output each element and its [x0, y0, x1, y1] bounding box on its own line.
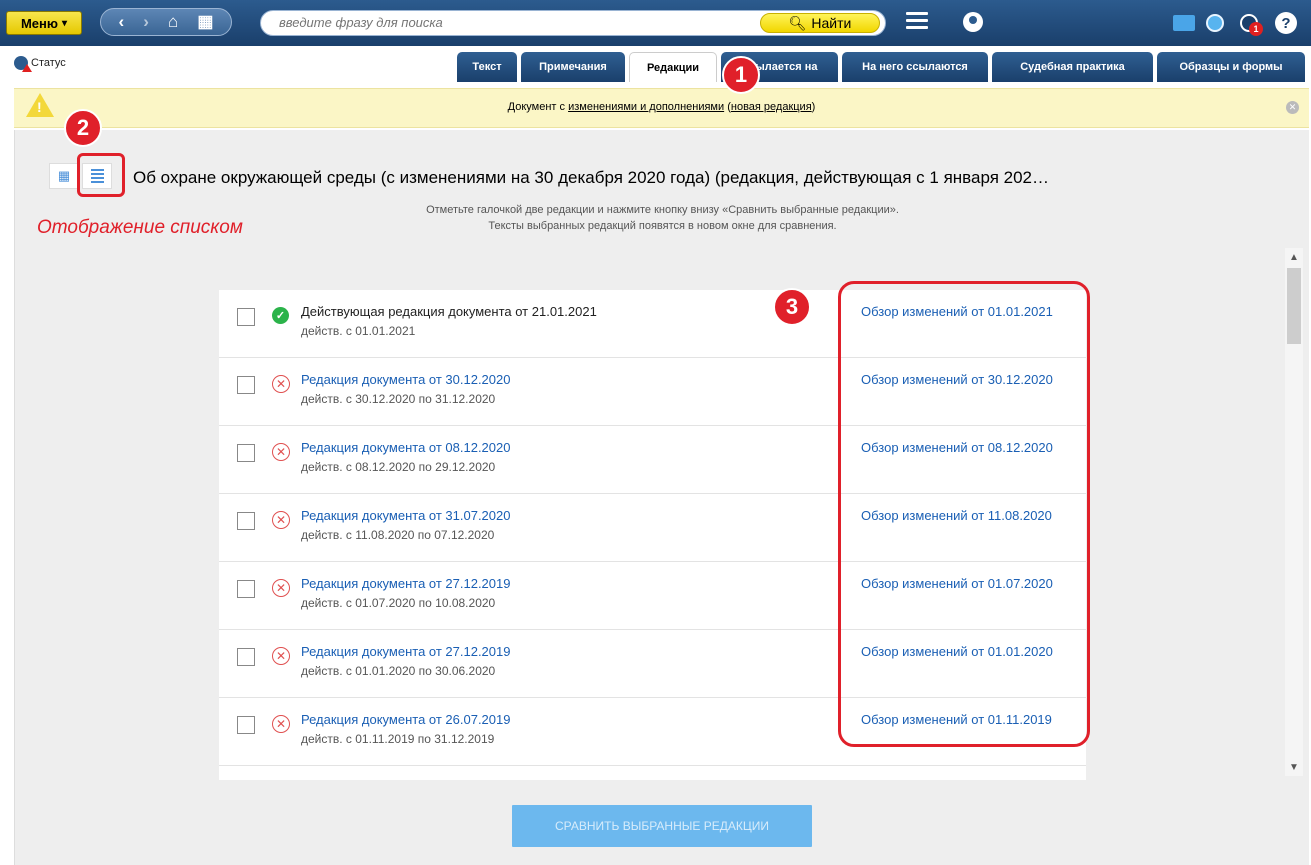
edition-checkbox[interactable]: [237, 376, 255, 394]
x-circle-icon: ✕: [272, 375, 290, 393]
scroll-thumb[interactable]: [1287, 268, 1301, 344]
top-toolbar: Меню ▾ ‹ › ⌂ ▦ 🔍︎ Найти 1 ?: [0, 0, 1311, 46]
edition-checkbox[interactable]: [237, 512, 255, 530]
edition-period: действ. с 01.01.2020 по 30.06.2020: [301, 664, 496, 678]
magnifier-icon: 🔍︎: [788, 14, 807, 31]
tab-editions[interactable]: Редакции: [629, 52, 717, 82]
x-circle-icon: ✕: [272, 579, 290, 597]
check-circle-icon: ✓: [272, 307, 289, 324]
hamburger-menu-icon[interactable]: [906, 12, 928, 32]
banner-prefix: Документ с: [507, 101, 569, 113]
history-clock-icon[interactable]: [1206, 14, 1224, 32]
tab-label: Текст: [472, 61, 502, 73]
compare-editions-button[interactable]: СРАВНИТЬ ВЫБРАННЫЕ РЕДАКЦИИ: [512, 805, 812, 847]
new-edition-link[interactable]: новая редакция: [731, 101, 812, 113]
tab-court-practice[interactable]: Судебная практика: [992, 52, 1153, 82]
banner-text: Документ с изменениями и дополнениями (н…: [14, 101, 1309, 113]
scroll-up-icon[interactable]: ▲: [1285, 248, 1303, 266]
status-icon: [14, 56, 32, 72]
edition-period: действ. с 01.11.2019 по 31.12.2019: [301, 732, 495, 746]
forward-icon[interactable]: ›: [143, 12, 149, 32]
edition-checkbox[interactable]: [237, 308, 255, 326]
tab-label: Образцы и формы: [1179, 61, 1283, 73]
callout-badge: 1: [722, 56, 760, 94]
x-circle-icon: ✕: [272, 443, 290, 461]
hint-line-1: Отметьте галочкой две редакции и нажмите…: [426, 204, 899, 216]
scroll-down-icon[interactable]: ▼: [1285, 758, 1303, 776]
caret-down-icon: ▾: [61, 17, 68, 29]
folder-icon[interactable]: [1173, 15, 1195, 31]
help-icon[interactable]: ?: [1275, 12, 1297, 34]
edition-period: действ. с 30.12.2020 по 31.12.2020: [301, 392, 496, 406]
edition-checkbox[interactable]: [237, 444, 255, 462]
x-circle-icon: ✕: [272, 647, 290, 665]
list-scrollbar[interactable]: ▲ ▼: [1285, 248, 1303, 776]
document-tabs-bar: Статус Текст Примечания Редакции Ссылает…: [0, 46, 1311, 84]
x-circle-icon: ✕: [272, 511, 290, 529]
edition-title[interactable]: Редакция документа от 27.12.2019: [301, 576, 510, 591]
close-icon[interactable]: ✕: [1286, 101, 1299, 114]
callout-badge: 2: [64, 109, 102, 147]
changes-link[interactable]: изменениями и дополнениями: [568, 101, 724, 113]
tab-referenced-by[interactable]: На него ссылаются: [842, 52, 988, 82]
banner-middle: (: [724, 101, 731, 113]
tab-samples-forms[interactable]: Образцы и формы: [1157, 52, 1305, 82]
tab-text[interactable]: Текст: [457, 52, 517, 82]
edition-period: действ. с 01.07.2020 по 10.08.2020: [301, 596, 496, 610]
navigation-group: ‹ › ⌂ ▦: [100, 8, 232, 36]
x-circle-icon: ✕: [272, 715, 290, 733]
user-icon[interactable]: [963, 12, 983, 32]
search-button[interactable]: 🔍︎ Найти: [760, 13, 880, 33]
tab-label: Судебная практика: [1020, 61, 1125, 73]
search-box: 🔍︎ Найти: [260, 10, 886, 36]
tab-label: Редакции: [646, 61, 700, 74]
document-title: Об охране окружающей среды (с изменениям…: [133, 168, 1050, 187]
status-label: Статус: [31, 57, 66, 69]
notice-banner: Документ с изменениями и дополнениями (н…: [14, 88, 1309, 128]
highlight-box-list-view: [77, 153, 125, 197]
home-icon[interactable]: ⌂: [168, 12, 178, 32]
edition-title[interactable]: Редакция документа от 27.12.2019: [301, 644, 510, 659]
search-input[interactable]: [279, 15, 739, 30]
edition-period: действ. с 08.12.2020 по 29.12.2020: [301, 460, 496, 474]
edition-period: действ. с 11.08.2020 по 07.12.2020: [301, 528, 495, 542]
edition-checkbox[interactable]: [237, 716, 255, 734]
banner-suffix: ): [811, 101, 816, 113]
edition-title[interactable]: Редакция документа от 08.12.2020: [301, 440, 510, 455]
back-icon[interactable]: ‹: [119, 12, 125, 32]
edition-title[interactable]: Редакция документа от 26.07.2019: [301, 712, 510, 727]
edition-title[interactable]: Действующая редакция документа от 21.01.…: [301, 304, 597, 319]
list-view-caption: Отображение списком: [37, 217, 243, 238]
edition-title[interactable]: Редакция документа от 30.12.2020: [301, 372, 510, 387]
edition-period: действ. с 01.01.2021: [301, 324, 416, 338]
edition-title[interactable]: Редакция документа от 31.07.2020: [301, 508, 510, 523]
apps-grid-icon[interactable]: ▦: [197, 12, 213, 32]
grid-view-icon[interactable]: ▦: [49, 163, 79, 189]
tab-label: Примечания: [539, 61, 607, 73]
menu-button[interactable]: Меню ▾: [6, 11, 82, 35]
notification-count-badge: 1: [1249, 22, 1263, 36]
edition-checkbox[interactable]: [237, 648, 255, 666]
menu-label: Меню: [20, 15, 58, 31]
list-item: ✕: [219, 766, 1086, 780]
search-button-label: Найти: [811, 15, 852, 31]
callout-badge: 3: [773, 288, 811, 326]
status-link[interactable]: Статус: [14, 56, 66, 72]
editions-panel: ▦ Об охране окружающей среды (с изменени…: [14, 130, 1309, 865]
tab-label: На него ссылаются: [862, 61, 968, 73]
edition-checkbox[interactable]: [237, 580, 255, 598]
highlight-box-review-links: [838, 281, 1090, 747]
tab-notes[interactable]: Примечания: [521, 52, 625, 82]
